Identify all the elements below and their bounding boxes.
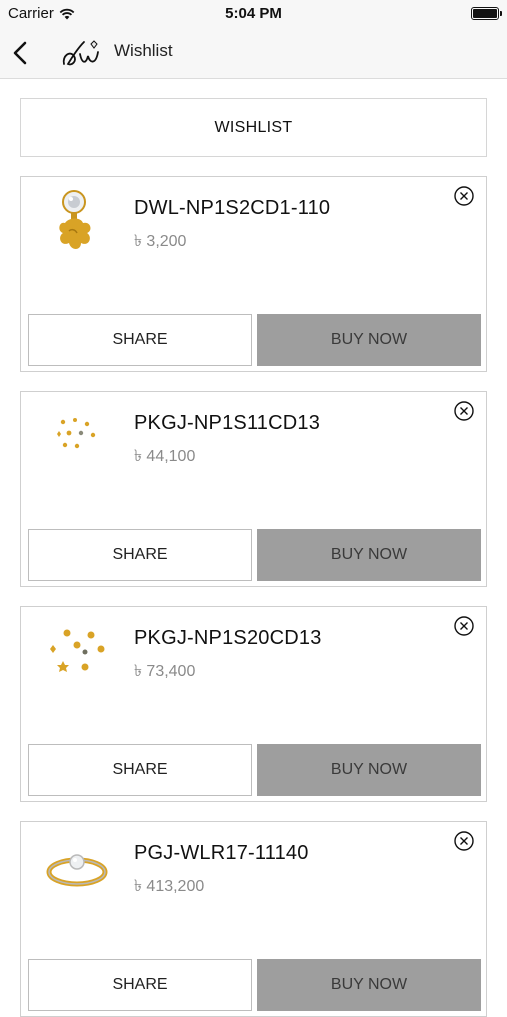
remove-icon[interactable] xyxy=(453,615,475,637)
buy-now-button[interactable]: BUY NOW xyxy=(257,959,481,1011)
buy-now-button[interactable]: BUY NOW xyxy=(257,529,481,581)
product-price: ৳ 3,200 xyxy=(134,233,187,250)
status-time: 5:04 PM xyxy=(225,5,282,22)
nose-pin-image xyxy=(59,190,91,249)
nose-pin-set-image xyxy=(57,418,96,449)
remove-icon[interactable] xyxy=(453,830,475,852)
chevron-left-icon xyxy=(13,41,27,65)
nav-title: Wishlist xyxy=(114,41,173,60)
ring-image xyxy=(46,854,108,887)
buy-now-button[interactable]: BUY NOW xyxy=(257,744,481,796)
product-name: DWL-NP1S2CD1-110 xyxy=(134,197,331,219)
product-name: PKGJ-NP1S20CD13 xyxy=(134,627,322,649)
brand-logo-icon xyxy=(62,40,99,66)
product-name: PGJ-WLR17-11140 xyxy=(134,842,309,864)
product-name: PKGJ-NP1S11CD13 xyxy=(134,412,321,434)
back-button[interactable] xyxy=(8,37,36,69)
share-button[interactable]: SHARE xyxy=(28,959,252,1011)
wishlist-header: WISHLIST xyxy=(20,98,487,157)
nose-pin-set-image xyxy=(50,629,105,672)
wishlist-item: PGJ-WLR17-11140 ৳ 413,200 SHARE BUY NOW xyxy=(20,821,487,1017)
buy-now-button[interactable]: BUY NOW xyxy=(257,314,481,366)
wishlist-item: PKGJ-NP1S20CD13 ৳ 73,400 SHARE BUY NOW xyxy=(20,606,487,802)
status-bar: Carrier 5:04 PM xyxy=(0,0,507,28)
remove-icon[interactable] xyxy=(453,400,475,422)
wishlist-item: PKGJ-NP1S11CD13 ৳ 44,100 SHARE BUY NOW xyxy=(20,391,487,587)
product-price: ৳ 73,400 xyxy=(134,663,196,680)
remove-icon[interactable] xyxy=(453,185,475,207)
share-button[interactable]: SHARE xyxy=(28,744,252,796)
battery-icon xyxy=(471,7,499,20)
nav-bar: Wishlist xyxy=(0,28,507,79)
share-button[interactable]: SHARE xyxy=(28,314,252,366)
product-price: ৳ 413,200 xyxy=(134,878,205,895)
product-price: ৳ 44,100 xyxy=(134,448,196,465)
share-button[interactable]: SHARE xyxy=(28,529,252,581)
wishlist-item: DWL-NP1S2CD1-110 ৳ 3,200 SHARE BUY NOW xyxy=(20,176,487,372)
